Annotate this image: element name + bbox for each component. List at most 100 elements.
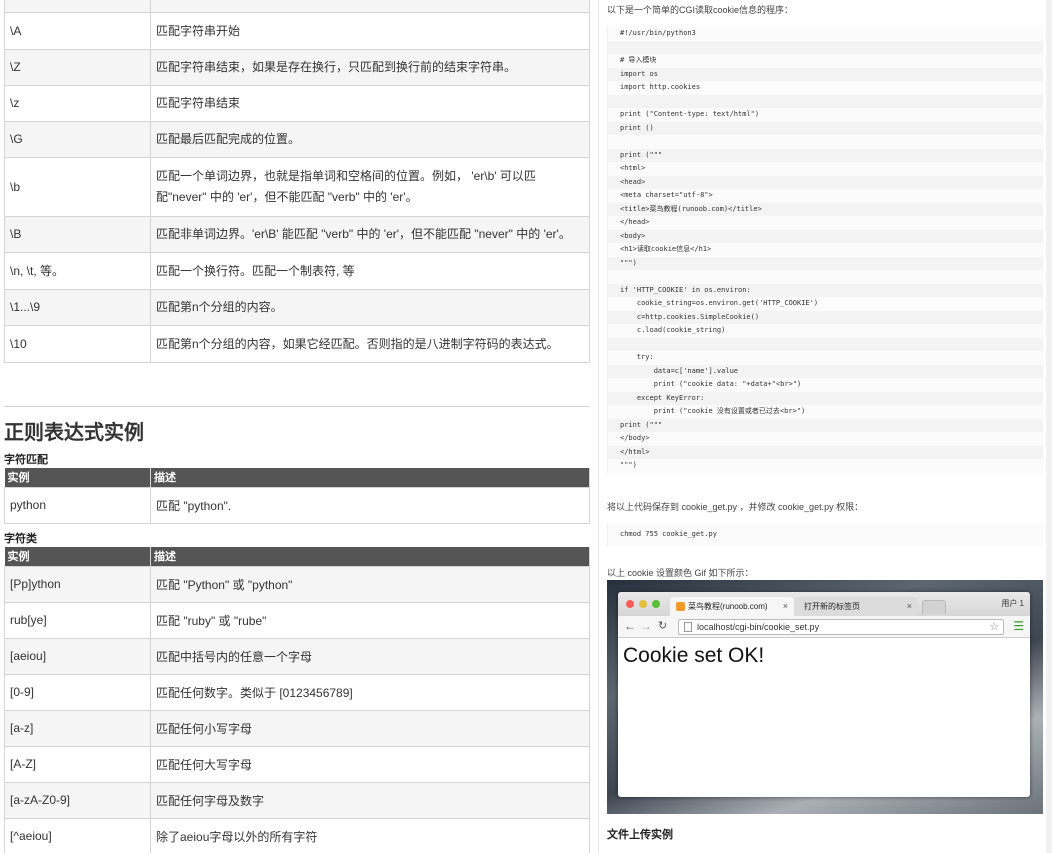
- code-line: <body>: [608, 229, 1043, 243]
- page-icon: [684, 622, 692, 632]
- cell-description: 匹配字符串结束: [150, 85, 590, 122]
- save-note-text: 将以上代码保存到 cookie_get.py ，并修改 cookie_get.p…: [607, 502, 864, 512]
- table-row: \10 匹配第n个分组的内容，如果它经匹配。否则指的是八进制字符码的表达式。: [4, 325, 590, 363]
- intro-text: 以下是一个简单的CGI读取cookie信息的程序：: [607, 5, 794, 15]
- window-minimize-icon[interactable]: [639, 600, 647, 608]
- code-line: """): [620, 461, 637, 469]
- cell-description: 匹配任何字母及数字: [150, 781, 590, 819]
- cell-description: 匹配字符串开始: [150, 12, 590, 50]
- table-row: \G 匹配最后匹配完成的位置。: [4, 121, 590, 158]
- tab-active-label: 菜鸟教程(runoob.com): [688, 602, 768, 611]
- browser-screenshot: 菜鸟教程(runoob.com) × 打开新的标签页 × 用户 1 ← → ↻ …: [607, 580, 1043, 814]
- cell-description: 匹配第n个分组的内容，如果它经匹配。否则指的是八进制字符码的表达式。: [150, 325, 590, 363]
- reload-icon[interactable]: ↻: [658, 619, 667, 632]
- cell-pattern: python: [4, 486, 151, 524]
- cell-pattern: \10: [4, 325, 151, 363]
- cell-pattern: [a-zA-Z0-9]: [4, 781, 151, 819]
- code-line: <meta charset="utf-8">: [620, 191, 713, 199]
- right-content-column: 以下是一个简单的CGI读取cookie信息的程序： #!/usr/bin/pyt…: [598, 0, 1052, 853]
- cell-pattern: \n, \t, 等。: [4, 252, 151, 290]
- cell-description: 匹配 "python".: [150, 486, 590, 524]
- table-row: [a-zA-Z0-9] 匹配任何字母及数字: [4, 781, 590, 819]
- cell-pattern: \G: [4, 121, 151, 158]
- code-line: [608, 40, 1043, 54]
- address-bar[interactable]: localhost/cgi-bin/cookie_set.py ☆: [678, 619, 1004, 635]
- cell-description: 匹配任何大写字母: [150, 745, 590, 783]
- table-row: [Pp]ython 匹配 "Python" 或 "python": [4, 565, 590, 603]
- cell-pattern: rub[ye]: [4, 601, 151, 639]
- code-line: <title>菜鸟教程(runoob.com)</title>: [608, 202, 1043, 216]
- cell-description: 匹配 "Python" 或 "python": [150, 565, 590, 603]
- cell-pattern: [aeiou]: [4, 637, 151, 675]
- code-line: if 'HTTP_COOKIE' in os.environ:: [608, 283, 1043, 297]
- upload-section-title: 文件上传实例: [607, 829, 673, 841]
- code-line: print (""": [608, 418, 1043, 432]
- tab-close-icon[interactable]: ×: [783, 597, 788, 616]
- code-line: </html>: [608, 445, 1043, 459]
- browser-toolbar: ← → ↻ localhost/cgi-bin/cookie_set.py ☆ …: [618, 616, 1030, 638]
- table-row: \D匹配任意非数字: [4, 0, 590, 13]
- gif-note-text: 以上 cookie 设置颜色 Gif 如下所示：: [607, 568, 754, 578]
- window-close-icon[interactable]: [626, 600, 634, 608]
- cell-description: 匹配 "ruby" 或 "rube": [150, 601, 590, 639]
- code-line: except KeyError:: [608, 391, 1043, 405]
- cell-pattern: [Pp]ython: [4, 565, 151, 603]
- code-line: c=http.cookies.SimpleCookie(): [608, 310, 1043, 324]
- table-header-row: 实例 描述: [4, 547, 590, 566]
- cell-description: 匹配任何小写字母: [150, 709, 590, 747]
- tab-new-label: 打开新的标签页: [804, 602, 860, 611]
- code-line: cookie_string=os.environ.get('HTTP_COOKI…: [620, 299, 819, 307]
- cell-pattern: \z: [4, 85, 151, 122]
- char-class-table: 实例 描述 [Pp]ython 匹配 "Python" 或 "python" rub…: [4, 547, 590, 853]
- user-profile-label[interactable]: 用户 1: [1001, 598, 1024, 609]
- new-tab-button[interactable]: [922, 600, 946, 614]
- table-row: \A 匹配字符串开始: [4, 12, 590, 50]
- code-line: print (""": [608, 148, 1043, 162]
- code-line: [608, 337, 1043, 351]
- browser-tab-bar: 菜鸟教程(runoob.com) × 打开新的标签页 × 用户 1: [618, 592, 1030, 616]
- char-class-title: 字符类: [4, 533, 37, 545]
- header-description: 描述: [150, 468, 590, 487]
- code-line: print ("cookie 没有设置或者已过去<br>"): [620, 407, 806, 415]
- code-line: #!/usr/bin/python3: [620, 29, 696, 37]
- table-row: python 匹配 "python".: [4, 486, 590, 524]
- left-content-column: \D匹配任意非数字\A匹配字符串开始\Z匹配字符串结束，如果是存在换行，只匹配到…: [0, 0, 598, 853]
- table-row: \n, \t, 等。 匹配一个换行符。匹配一个制表符, 等: [4, 252, 590, 290]
- forward-arrow-icon[interactable]: →: [640, 619, 652, 633]
- cell-pattern: \A: [4, 12, 151, 50]
- browser-page-content: Cookie set OK!: [618, 638, 1030, 674]
- cell-pattern: \B: [4, 216, 151, 253]
- table-row: \B 匹配非单词边界。'er\B' 能匹配 "verb" 中的 'er'，但不能匹…: [4, 216, 590, 253]
- section-title: 正则表达式实例: [4, 422, 144, 444]
- table-row: [^aeiou] 除了aeiou字母以外的所有字符: [4, 817, 590, 853]
- tab-close-icon[interactable]: ×: [907, 597, 912, 616]
- cell-pattern: [a-z]: [4, 709, 151, 747]
- table-row: [aeiou] 匹配中括号内的任意一个字母: [4, 637, 590, 675]
- cell-pattern: \b: [4, 157, 151, 217]
- code-line: data=c['name'].value: [608, 364, 1043, 378]
- menu-icon[interactable]: ☰: [1013, 619, 1024, 633]
- code-line: # 导入模块: [620, 56, 657, 64]
- code-line: """): [608, 256, 1043, 270]
- code-line: chmod 755 cookie_get.py: [620, 530, 717, 538]
- code-line: print ("cookie data: "+data+"<br>"): [620, 380, 802, 388]
- window-maximize-icon[interactable]: [652, 600, 660, 608]
- code-line: import http.cookies: [620, 83, 701, 91]
- browser-tab-new[interactable]: 打开新的标签页 ×: [794, 597, 918, 616]
- code-line: [608, 94, 1043, 108]
- code-block-chmod: chmod 755 cookie_get.py: [607, 524, 1043, 546]
- bookmark-star-icon[interactable]: ☆: [989, 620, 999, 634]
- back-arrow-icon[interactable]: ←: [624, 619, 636, 633]
- code-line: print ("Content-type: text/html"): [620, 110, 760, 118]
- cell-pattern: [A-Z]: [4, 745, 151, 783]
- metachar-table: \D匹配任意非数字\A匹配字符串开始\Z匹配字符串结束，如果是存在换行，只匹配到…: [4, 0, 590, 363]
- browser-tab-active[interactable]: 菜鸟教程(runoob.com) ×: [670, 597, 794, 616]
- char-match-title: 字符匹配: [4, 454, 48, 466]
- scrollbar-track[interactable]: [1046, 0, 1052, 853]
- table-row: [A-Z] 匹配任何大写字母: [4, 745, 590, 783]
- header-description: 描述: [150, 547, 590, 566]
- code-line: try:: [620, 353, 654, 361]
- table-row: [a-z] 匹配任何小写字母: [4, 709, 590, 747]
- page-message: Cookie set OK!: [623, 644, 765, 667]
